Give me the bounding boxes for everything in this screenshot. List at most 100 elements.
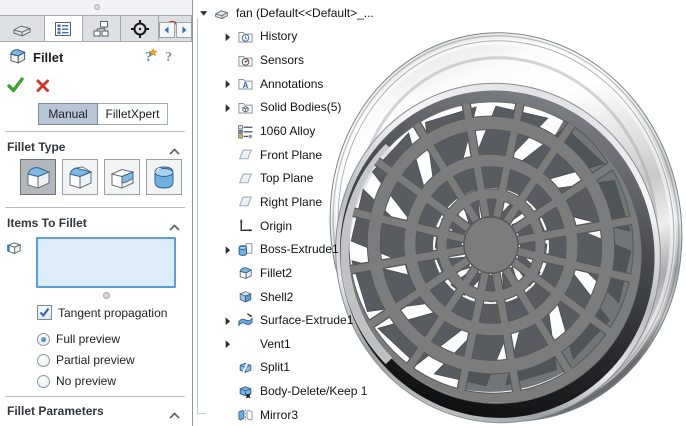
splitter-handle[interactable] bbox=[94, 4, 100, 10]
confirm-button[interactable] bbox=[6, 76, 25, 99]
fillet-constant-size-button[interactable] bbox=[20, 159, 56, 195]
blank-icon bbox=[237, 335, 256, 352]
part-icon bbox=[213, 4, 232, 21]
partial-preview-radio[interactable] bbox=[37, 354, 50, 367]
svg-text:A: A bbox=[243, 81, 249, 90]
tree-item-label: Origin bbox=[256, 219, 292, 233]
dimxpertmanager-tab[interactable] bbox=[121, 16, 159, 41]
fillet-type-section-header[interactable]: Fillet Type bbox=[7, 140, 65, 154]
arrow-left-icon bbox=[161, 24, 173, 36]
radio-label: No preview bbox=[50, 374, 116, 388]
folder-sensors-icon bbox=[237, 52, 256, 69]
tree-item[interactable]: A Annotations bbox=[195, 72, 415, 96]
fillet-parameters-section-header[interactable]: Fillet Parameters bbox=[7, 404, 104, 418]
feature-tree: fan (Default<<Default>_... History Sensors… bbox=[195, 1, 415, 426]
manual-mode-button[interactable]: Manual bbox=[38, 103, 98, 125]
folder-annotations-icon: A bbox=[237, 75, 256, 92]
tree-item[interactable]: Origin bbox=[195, 214, 415, 238]
tree-item-label: Sensors bbox=[256, 53, 304, 67]
tree-item[interactable]: Sensors bbox=[195, 48, 415, 72]
divider bbox=[5, 207, 185, 208]
surface-extrude-icon bbox=[237, 312, 256, 329]
solidworks-window: fan (Default<<Default>_... History Sensors… bbox=[0, 0, 686, 426]
full-preview-radio-row: Full preview bbox=[37, 332, 120, 346]
whats-new-help-icon[interactable]: ? bbox=[142, 47, 159, 69]
tree-item-label: 1060 Alloy bbox=[256, 124, 315, 138]
tree-item[interactable]: Mirror3 bbox=[195, 403, 415, 426]
tree-item-label: Mirror3 bbox=[256, 408, 298, 422]
tree-item-label: Shell2 bbox=[256, 290, 293, 304]
origin-icon bbox=[237, 217, 256, 234]
tree-item[interactable]: Boss-Extrude1 bbox=[195, 237, 415, 261]
tree-item[interactable]: Top Plane bbox=[195, 166, 415, 190]
cancel-button[interactable] bbox=[35, 78, 51, 99]
tab-scroll-left-button[interactable] bbox=[159, 22, 175, 38]
collapse-arrow-icon[interactable] bbox=[197, 6, 213, 19]
edges-selection-listbox[interactable] bbox=[36, 237, 176, 288]
tree-item[interactable]: History bbox=[195, 25, 415, 49]
fillet-feature-icon bbox=[7, 45, 28, 71]
divider bbox=[5, 396, 185, 397]
radio-label: Partial preview bbox=[50, 353, 135, 367]
panel-top-strip bbox=[0, 0, 192, 15]
tangent-propagation-label: Tangent propagation bbox=[52, 306, 167, 320]
fillet-face-button[interactable] bbox=[104, 159, 140, 195]
tangent-propagation-row: Tangent propagation bbox=[37, 305, 167, 320]
propertymanager-tab[interactable] bbox=[45, 16, 83, 41]
tree-item-label: fan (Default<<Default>_... bbox=[232, 6, 374, 20]
tab-scroll-right-button[interactable] bbox=[176, 22, 192, 38]
tree-item[interactable]: Solid Bodies(5) bbox=[195, 96, 415, 120]
collapse-chevron-icon[interactable] bbox=[168, 219, 181, 237]
tree-item[interactable]: Right Plane bbox=[195, 190, 415, 214]
svg-text:?: ? bbox=[165, 49, 172, 64]
fillet-icon bbox=[237, 264, 256, 281]
tree-item[interactable]: fan (Default<<Default>_... bbox=[195, 1, 415, 25]
checkmark-icon bbox=[39, 307, 50, 318]
featuremanager-tab[interactable] bbox=[0, 16, 45, 41]
tree-item-label: Boss-Extrude1 bbox=[256, 242, 339, 256]
expand-arrow-icon[interactable] bbox=[221, 314, 237, 327]
expand-arrow-icon[interactable] bbox=[221, 77, 237, 90]
tree-item[interactable]: Body-Delete/Keep 1 bbox=[195, 379, 415, 403]
configurationmanager-tab[interactable] bbox=[83, 16, 122, 41]
no-preview-radio-row: No preview bbox=[37, 374, 116, 388]
tree-item-label: Front Plane bbox=[256, 148, 322, 162]
radio-selected-dot bbox=[41, 337, 46, 342]
fillet-full-round-button[interactable] bbox=[146, 159, 182, 195]
collapse-chevron-icon[interactable] bbox=[168, 407, 181, 425]
tree-item[interactable]: Front Plane bbox=[195, 143, 415, 167]
tree-item[interactable]: Surface-Extrude1 bbox=[195, 308, 415, 332]
listbox-resize-handle[interactable] bbox=[103, 292, 110, 299]
folder-solid-icon bbox=[237, 99, 256, 116]
expand-arrow-icon[interactable] bbox=[221, 101, 237, 114]
tree-item-label: Right Plane bbox=[256, 195, 322, 209]
tree-item[interactable]: Fillet2 bbox=[195, 261, 415, 285]
help-icon[interactable]: ? bbox=[162, 47, 177, 69]
shell-icon bbox=[237, 288, 256, 305]
full-preview-radio[interactable] bbox=[37, 333, 50, 346]
items-to-fillet-section-header[interactable]: Items To Fillet bbox=[7, 216, 87, 230]
tangent-propagation-checkbox[interactable] bbox=[37, 305, 52, 320]
tree-item-label: Top Plane bbox=[256, 171, 313, 185]
filletxpert-mode-button[interactable]: FilletXpert bbox=[98, 103, 168, 125]
expand-arrow-icon[interactable] bbox=[221, 30, 237, 43]
plane-icon bbox=[237, 193, 256, 210]
tree-item-label: Vent1 bbox=[256, 337, 291, 351]
fillet-variable-size-button[interactable] bbox=[62, 159, 98, 195]
tree-item[interactable]: Shell2 bbox=[195, 285, 415, 309]
panel-title: Fillet bbox=[33, 50, 63, 65]
mode-switch: Manual FilletXpert bbox=[38, 103, 168, 125]
expand-arrow-icon[interactable] bbox=[221, 337, 237, 350]
material-icon bbox=[237, 123, 256, 140]
partial-preview-radio-row: Partial preview bbox=[37, 353, 135, 367]
no-preview-radio[interactable] bbox=[37, 375, 50, 388]
body-delete-icon bbox=[237, 383, 256, 400]
boss-extrude-icon bbox=[237, 241, 256, 258]
tree-item-label: Annotations bbox=[256, 77, 323, 91]
plane-icon bbox=[237, 170, 256, 187]
tree-item[interactable]: 1060 Alloy bbox=[195, 119, 415, 143]
expand-arrow-icon[interactable] bbox=[221, 243, 237, 256]
tree-item-label: Surface-Extrude1 bbox=[256, 313, 353, 327]
tree-item[interactable]: Vent1 bbox=[195, 332, 415, 356]
tree-item[interactable]: Split1 bbox=[195, 356, 415, 380]
